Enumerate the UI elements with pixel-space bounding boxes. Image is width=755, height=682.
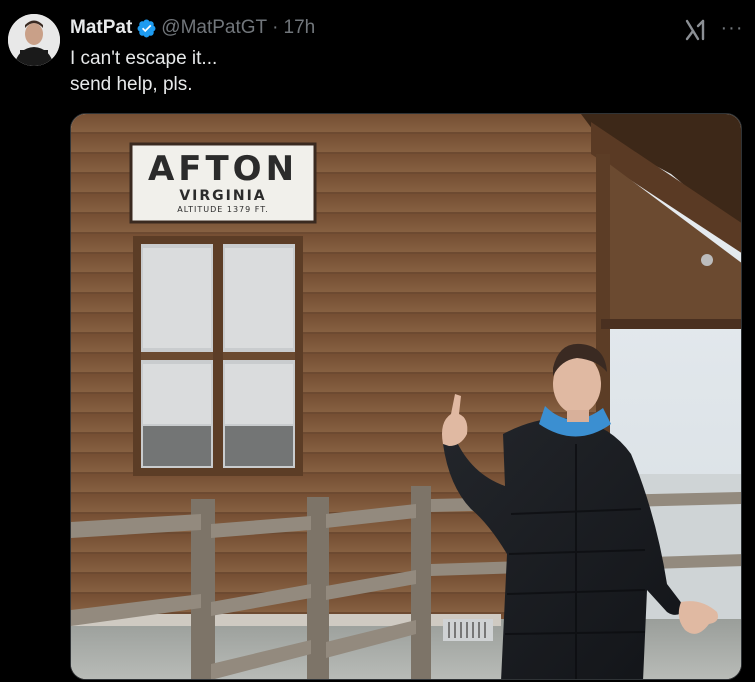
tweet-text: I can't escape it... send help, pls. bbox=[70, 46, 217, 98]
display-name[interactable]: MatPat bbox=[70, 16, 132, 40]
avatar[interactable] bbox=[8, 14, 60, 66]
photo-sign-line-2: VIRGINIA bbox=[179, 188, 267, 204]
photo-sign-line-1: AFTON bbox=[147, 149, 299, 189]
tweet-text-line-2: send help, pls. bbox=[70, 74, 193, 95]
tweet-header: MatPat @MatPatGT · 17h bbox=[70, 16, 315, 40]
photo-sign-line-3: ALTITUDE 1379 FT. bbox=[177, 205, 269, 214]
more-options-icon[interactable]: ··· bbox=[718, 14, 746, 42]
separator-dot: · bbox=[272, 17, 279, 38]
tweet-text-line-1: I can't escape it... bbox=[70, 48, 218, 69]
user-handle[interactable]: @MatPatGT bbox=[161, 16, 267, 40]
tweet-media-photo[interactable]: AFTON VIRGINIA ALTITUDE 1379 FT. bbox=[70, 113, 742, 680]
timestamp[interactable]: 17h bbox=[284, 16, 316, 40]
verified-badge-icon bbox=[136, 18, 157, 39]
tweet-card[interactable]: MatPat @MatPatGT · 17h ··· I can't escap… bbox=[0, 0, 755, 682]
grok-icon[interactable] bbox=[684, 18, 708, 42]
